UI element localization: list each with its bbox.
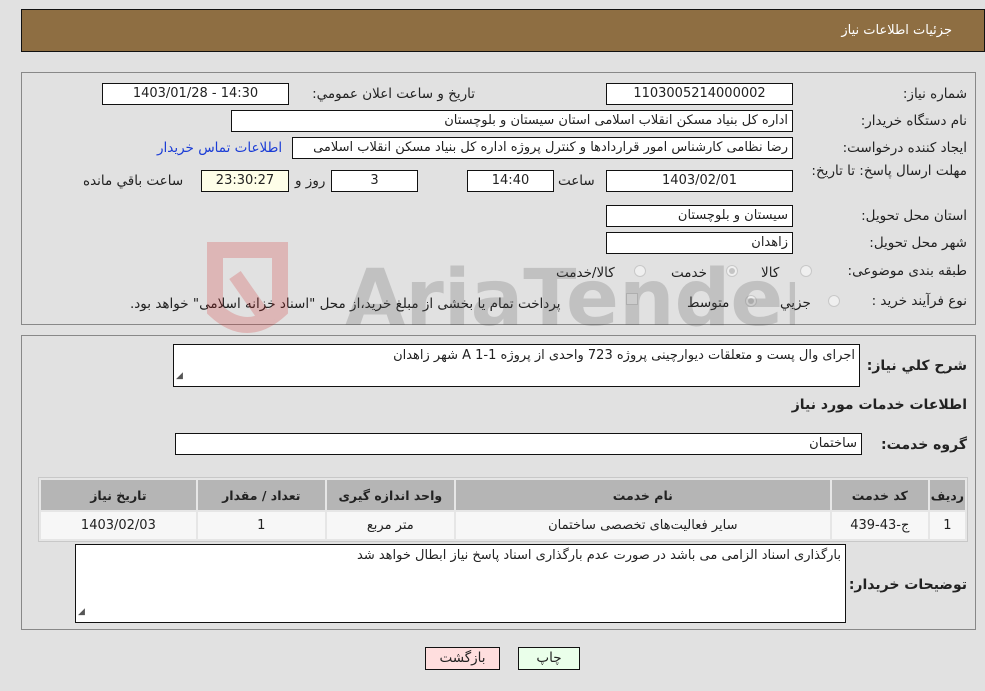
deadline-label: مهلت ارسال پاسخ: تا تاریخ: xyxy=(811,163,967,179)
delivery-city-field: زاهدان xyxy=(606,232,793,254)
remaining-days-field: 3 xyxy=(331,170,418,192)
need-number-label: شماره نیاز: xyxy=(902,86,967,102)
purchase-option-minor: جزيي xyxy=(780,295,811,311)
col-header-quantity: تعداد / مقدار xyxy=(197,480,325,510)
deadline-time-field: 14:40 xyxy=(467,170,554,192)
services-section-title: اطلاعات خدمات مورد نیاز xyxy=(791,397,967,413)
category-label: طبقه بندی موضوعی: xyxy=(847,263,967,279)
remaining-label: ساعت باقي مانده xyxy=(83,173,184,189)
cell-quantity: 1 xyxy=(197,512,325,539)
delivery-province-field: سیستان و بلوچستان xyxy=(606,205,793,227)
buyer-notes-textarea[interactable]: بارگذاری اسناد الزامی می باشد در صورت عد… xyxy=(75,544,846,623)
purchase-type-label: نوع فرآیند خرید : xyxy=(871,293,967,309)
treasury-checkbox[interactable] xyxy=(626,293,638,305)
requester-label: ایجاد کننده درخواست: xyxy=(842,140,967,156)
category-radio-goods-service[interactable] xyxy=(634,265,646,277)
remaining-time-field: 23:30:27 xyxy=(201,170,289,192)
col-header-row-number: ردیف xyxy=(929,480,965,510)
col-header-service-code: کد خدمت xyxy=(831,480,928,510)
cell-service-code: ج-43-439 xyxy=(831,512,928,539)
announce-datetime-label: تاریخ و ساعت اعلان عمومي: xyxy=(312,86,475,102)
category-option-goods-service: کالا/خدمت xyxy=(556,265,615,281)
category-option-service: خدمت xyxy=(671,265,707,281)
category-radio-goods[interactable] xyxy=(800,265,812,277)
cell-need-date: 1403/02/03 xyxy=(41,512,196,539)
service-group-label: گروه خدمت: xyxy=(881,437,967,453)
resize-grip-icon[interactable]: ◢ xyxy=(78,603,85,621)
cell-unit: متر مربع xyxy=(326,512,454,539)
cell-row-number: 1 xyxy=(929,512,965,539)
announce-datetime-field: 1403/01/28 - 14:30 xyxy=(102,83,289,105)
table-header-row: ردیف کد خدمت نام خدمت واحد اندازه گیری ت… xyxy=(41,480,965,510)
deadline-time-label: ساعت xyxy=(558,173,595,189)
description-label: شرح کلي نياز: xyxy=(866,358,967,374)
col-header-unit: واحد اندازه گیری xyxy=(326,480,454,510)
need-number-field: 1103005214000002 xyxy=(606,83,793,105)
buyer-contact-link[interactable]: اطلاعات تماس خریدار xyxy=(157,140,282,156)
requester-field: رضا نظامی کارشناس امور قراردادها و کنترل… xyxy=(292,137,793,159)
service-group-field: ساختمان xyxy=(175,433,862,455)
services-table: ردیف کد خدمت نام خدمت واحد اندازه گیری ت… xyxy=(38,477,968,542)
col-header-need-date: تاریخ نیاز xyxy=(41,480,196,510)
purchase-option-medium: متوسط xyxy=(687,295,730,311)
page-header: جزئیات اطلاعات نیاز xyxy=(21,9,985,52)
category-option-goods: کالا xyxy=(761,265,780,281)
col-header-service-name: نام خدمت xyxy=(455,480,830,510)
resize-grip-icon[interactable]: ◢ xyxy=(176,367,183,385)
purchase-radio-minor[interactable] xyxy=(828,295,840,307)
description-text: اجرای وال پست و متعلقات دیوارچینی پروژه … xyxy=(393,348,855,363)
days-label: روز و xyxy=(295,173,326,189)
page-title: جزئیات اطلاعات نیاز xyxy=(841,23,952,38)
delivery-city-label: شهر محل تحویل: xyxy=(869,235,967,251)
cell-service-name: سایر فعالیت‌های تخصصی ساختمان xyxy=(455,512,830,539)
deadline-date-field: 1403/02/01 xyxy=(606,170,793,192)
buyer-org-field: اداره کل بنیاد مسکن انقلاب اسلامی استان … xyxy=(231,110,793,132)
table-row: 1 ج-43-439 سایر فعالیت‌های تخصصی ساختمان… xyxy=(41,512,965,539)
delivery-province-label: استان محل تحویل: xyxy=(861,208,967,224)
buyer-org-label: نام دستگاه خریدار: xyxy=(860,113,967,129)
treasury-note: پرداخت تمام یا بخشی از مبلغ خرید،از محل … xyxy=(130,296,561,312)
back-button[interactable]: بازگشت xyxy=(425,647,500,670)
description-textarea[interactable]: اجرای وال پست و متعلقات دیوارچینی پروژه … xyxy=(173,344,860,387)
buyer-notes-label: توضیحات خریدار: xyxy=(848,577,967,593)
print-button[interactable]: چاپ xyxy=(518,647,580,670)
category-radio-service[interactable] xyxy=(726,265,738,277)
purchase-radio-medium[interactable] xyxy=(745,295,757,307)
buyer-notes-text: بارگذاری اسناد الزامی می باشد در صورت عد… xyxy=(357,548,841,563)
